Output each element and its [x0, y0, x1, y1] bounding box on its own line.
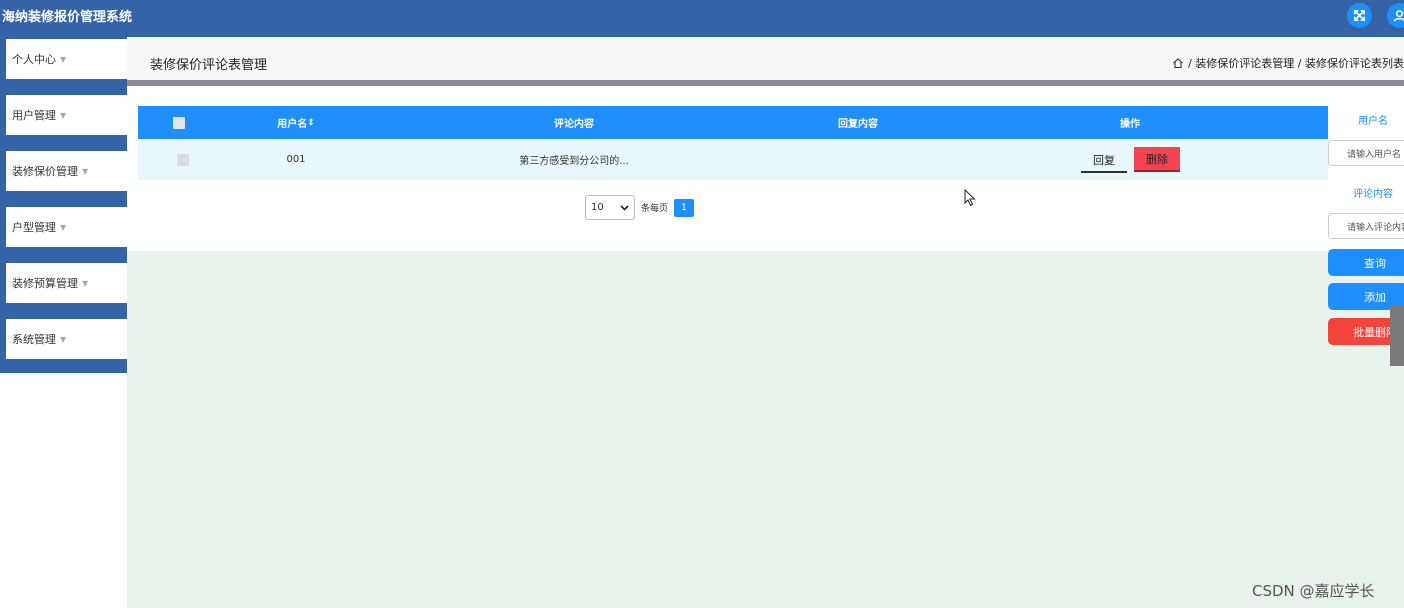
- breadcrumb-path[interactable]: / 装修保价评论表管理 / 装修保价评论表列表: [1188, 55, 1404, 71]
- row-checkbox[interactable]: [173, 139, 193, 180]
- delete-button[interactable]: 删除: [1134, 147, 1180, 172]
- content-header: 装修保价评论表管理 / 装修保价评论表管理 / 装修保价评论表列表: [127, 37, 1404, 80]
- caret-down-icon: ▼: [60, 110, 67, 120]
- fullscreen-icon[interactable]: [1347, 3, 1372, 28]
- cell-reply: [808, 139, 908, 180]
- sidebar-item-user-management[interactable]: 用户管理 ▼: [6, 95, 127, 135]
- caret-down-icon: ▼: [60, 334, 67, 344]
- per-page-label: 条每页: [641, 204, 669, 214]
- cell-username: 001: [286, 154, 306, 165]
- cell-comment: 第三方感受到分公司的...: [519, 156, 629, 167]
- content-background: [127, 251, 1404, 608]
- sidebar-item-system[interactable]: 系统管理 ▼: [6, 319, 127, 359]
- table-header: 用户名 ⇕ 评论内容 回复内容 操作: [138, 106, 1328, 139]
- caret-down-icon: ▼: [82, 278, 89, 288]
- sidebar-item-house-type[interactable]: 户型管理 ▼: [6, 207, 127, 247]
- query-button[interactable]: 查询: [1328, 249, 1404, 276]
- select-all-checkbox[interactable]: [173, 106, 185, 139]
- page-title: 装修保价评论表管理: [150, 58, 268, 73]
- sidebar: 个人中心 ▼ 用户管理 ▼ 装修保价管理 ▼ 户型管理 ▼ 装修预算管理 ▼ 系…: [0, 37, 127, 373]
- page-number-button[interactable]: 1: [674, 198, 695, 217]
- column-header-comment: 评论内容: [554, 119, 594, 130]
- app-title: 海纳装修报价管理系统: [2, 10, 133, 25]
- column-header-actions: 操作: [1120, 119, 1140, 130]
- username-search-input[interactable]: 请输入用户名: [1328, 140, 1404, 166]
- page-size-select[interactable]: 10: [585, 195, 635, 220]
- sort-icon[interactable]: ⇕: [307, 118, 315, 128]
- home-icon[interactable]: [1172, 57, 1184, 69]
- username-label: 用户名: [1358, 116, 1388, 127]
- user-icon[interactable]: [1387, 3, 1404, 28]
- top-bar: 海纳装修报价管理系统: [0, 0, 1404, 37]
- caret-down-icon: ▼: [60, 54, 67, 64]
- table-row: 001 第三方感受到分公司的... 回复 删除: [138, 139, 1328, 180]
- mouse-cursor-icon: [964, 189, 976, 207]
- comment-search-input[interactable]: 请输入评论内容: [1328, 213, 1404, 239]
- sidebar-item-personal-center[interactable]: 个人中心 ▼: [6, 39, 127, 79]
- pagination: 10 条每页 1: [585, 195, 695, 220]
- sidebar-item-label: 用户管理: [12, 109, 56, 122]
- sidebar-item-decoration-quote[interactable]: 装修保价管理 ▼: [6, 151, 127, 191]
- sidebar-item-label: 系统管理: [12, 333, 56, 346]
- breadcrumb: / 装修保价评论表管理 / 装修保价评论表列表: [1172, 55, 1404, 71]
- chevron-down-icon: [620, 204, 629, 211]
- sidebar-item-label: 个人中心: [12, 53, 56, 66]
- reply-button[interactable]: 回复: [1081, 148, 1127, 173]
- sidebar-item-label: 装修预算管理: [12, 277, 78, 290]
- column-header-username[interactable]: 用户名 ⇕: [256, 106, 336, 139]
- sidebar-item-budget[interactable]: 装修预算管理 ▼: [6, 263, 127, 303]
- comment-label: 评论内容: [1353, 189, 1393, 200]
- scrollbar-thumb[interactable]: [1390, 305, 1404, 366]
- caret-down-icon: ▼: [82, 166, 89, 176]
- sidebar-item-label: 户型管理: [12, 221, 56, 234]
- watermark: CSDN @嘉应学长: [1252, 582, 1375, 600]
- sidebar-item-label: 装修保价管理: [12, 165, 78, 178]
- column-header-reply: 回复内容: [838, 119, 878, 130]
- caret-down-icon: ▼: [60, 222, 67, 232]
